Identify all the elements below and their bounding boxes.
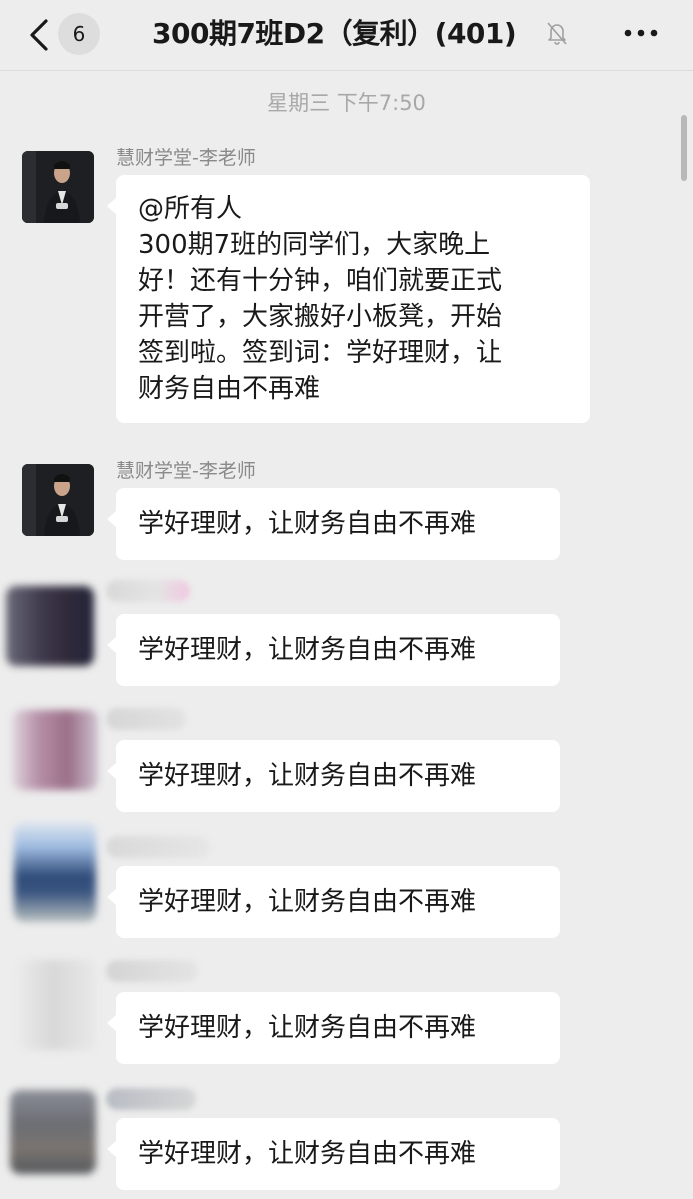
message-line: @所有人	[138, 194, 243, 224]
bell-muted-icon	[547, 22, 567, 45]
avatar[interactable]	[14, 822, 96, 922]
sender-name: 慧财学堂-李老师	[116, 147, 256, 169]
message-bubble[interactable]: 学好理财，让财务自由不再难	[107, 740, 560, 812]
chat-header: 6 300期7班D2（复利）(401)	[0, 0, 693, 71]
message-line: 好！还有十分钟，咱们就要正式	[138, 266, 503, 296]
scrollbar[interactable]	[681, 115, 687, 181]
message-bubble[interactable]: 学好理财，让财务自由不再难	[107, 1118, 560, 1190]
sender-name-blurred	[106, 1088, 196, 1110]
sender-name-blurred	[106, 960, 198, 982]
sender-name-blurred	[106, 580, 190, 602]
message-bubble[interactable]: 学好理财，让财务自由不再难	[107, 866, 560, 938]
avatar[interactable]	[6, 586, 94, 666]
more-dots-icon[interactable]	[620, 20, 662, 46]
avatar[interactable]	[22, 151, 94, 223]
sender-name-blurred	[106, 708, 186, 730]
avatar[interactable]	[18, 960, 96, 1050]
person-avatar-icon	[22, 151, 94, 223]
message-line: 300期7班的同学们，大家晚上	[138, 230, 491, 260]
chat-title[interactable]: 300期7班D2（复利）(401)	[152, 14, 517, 54]
message-bubble[interactable]: 学好理财，让财务自由不再难	[107, 488, 560, 560]
message-line: 开营了，大家搬好小板凳，开始	[138, 302, 503, 332]
message-line: 签到啦。签到词：学好理财，让	[138, 338, 503, 368]
person-avatar-icon	[22, 464, 94, 536]
unread-count-badge[interactable]: 6	[58, 13, 100, 55]
avatar[interactable]	[12, 710, 98, 790]
avatar[interactable]	[10, 1090, 96, 1174]
sender-name-blurred	[106, 836, 210, 858]
message-bubble[interactable]: 学好理财，让财务自由不再难	[107, 614, 560, 686]
sender-name: 慧财学堂-李老师	[116, 460, 256, 482]
message-line: 财务自由不再难	[138, 374, 321, 404]
message-bubble[interactable]: @所有人 300期7班的同学们，大家晚上 好！还有十分钟，咱们就要正式 开营了，…	[107, 175, 590, 423]
avatar[interactable]	[22, 464, 94, 536]
message-timestamp: 星期三 下午7:50	[267, 91, 426, 115]
chevron-left-icon[interactable]	[22, 17, 58, 53]
message-bubble[interactable]: 学好理财，让财务自由不再难	[107, 992, 560, 1064]
